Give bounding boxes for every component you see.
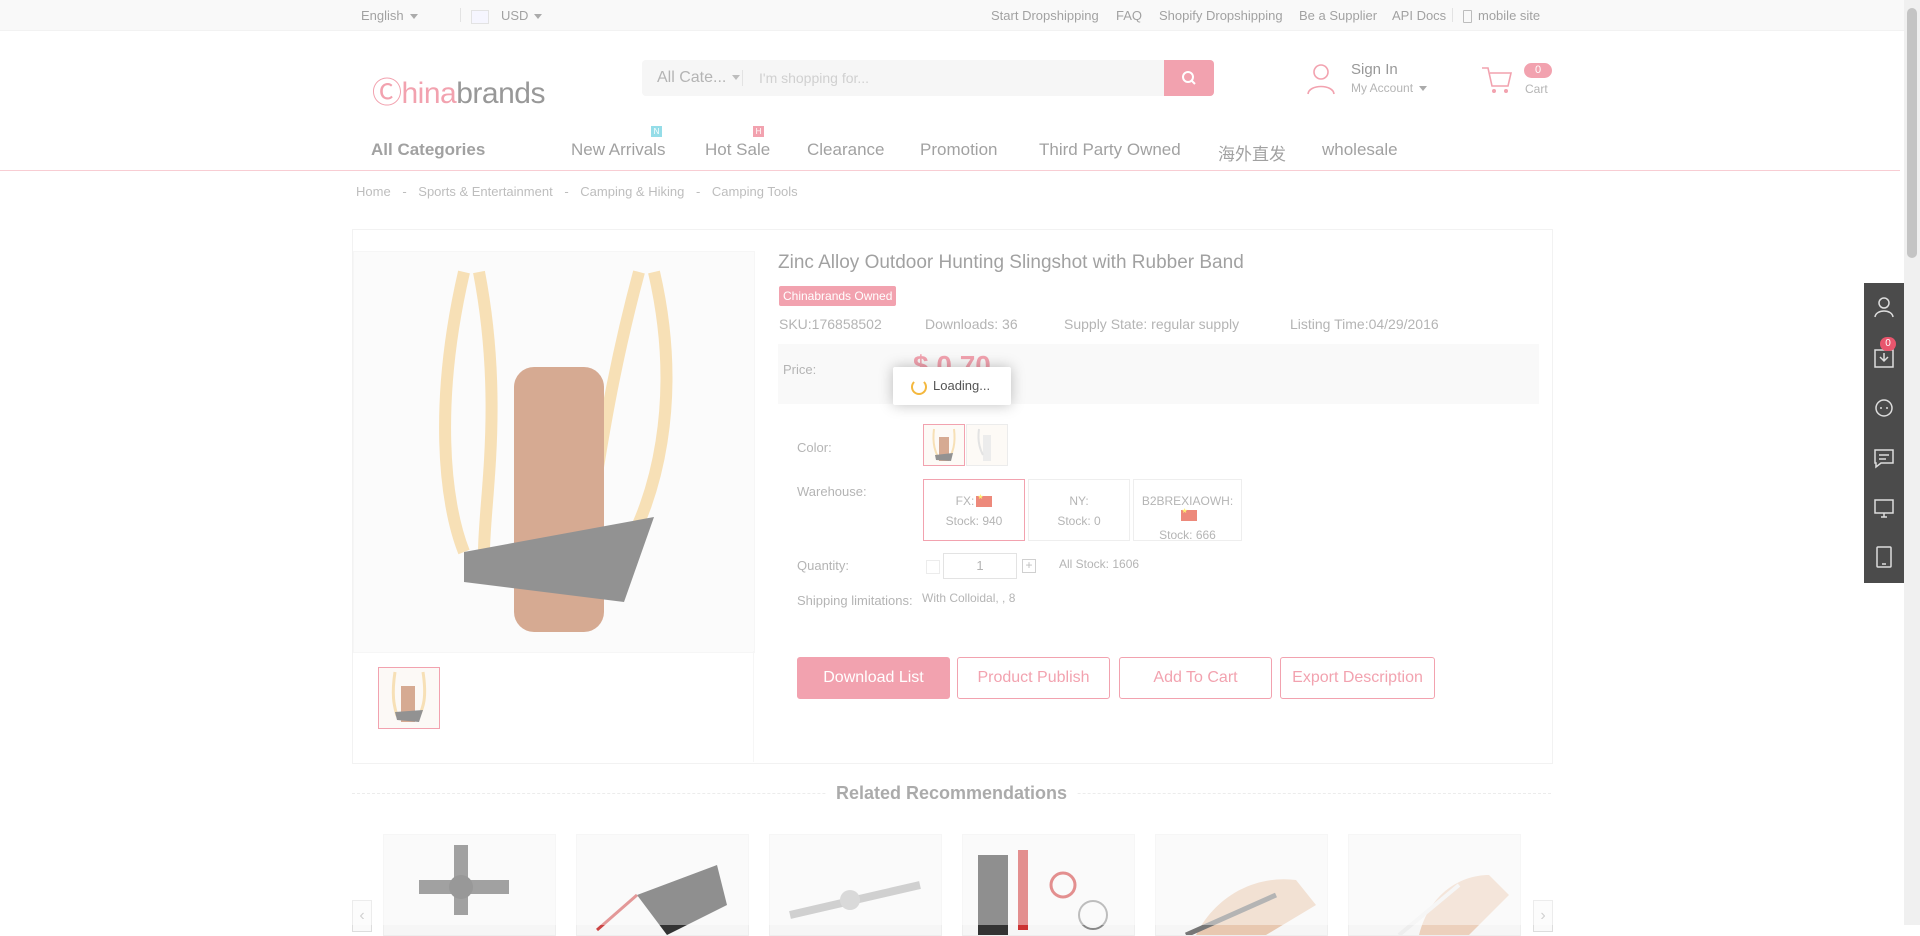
floating-toolbar bbox=[1864, 283, 1904, 583]
user-icon[interactable] bbox=[1872, 295, 1896, 319]
support-icon[interactable] bbox=[1872, 396, 1896, 420]
chat-icon[interactable] bbox=[1872, 446, 1896, 470]
download-count-badge: 0 bbox=[1880, 337, 1896, 351]
loading-dialog: Loading... bbox=[893, 367, 1011, 405]
scrollbar-thumb[interactable] bbox=[1907, 8, 1917, 258]
spinner-icon bbox=[911, 379, 927, 395]
page-overlay bbox=[0, 0, 1920, 925]
desktop-icon[interactable] bbox=[1872, 496, 1896, 520]
loading-text: Loading... bbox=[933, 378, 991, 393]
tablet-icon[interactable] bbox=[1872, 545, 1896, 569]
